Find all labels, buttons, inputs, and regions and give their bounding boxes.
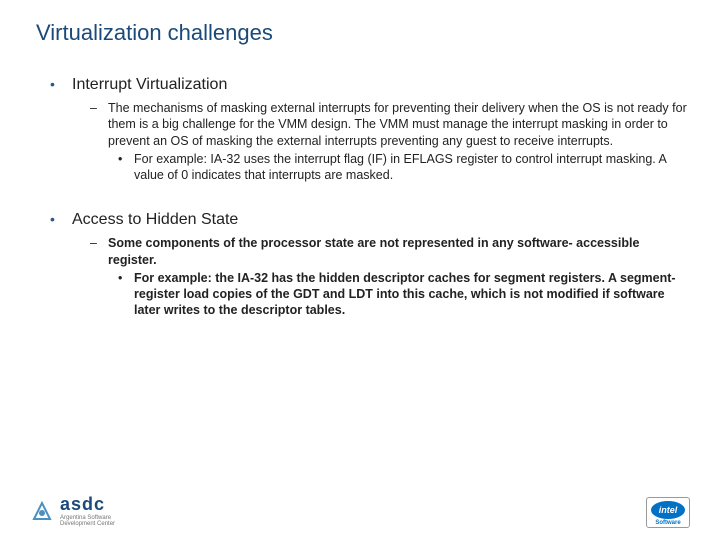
subsub-row: • For example: IA-32 uses the interrupt …: [118, 151, 690, 184]
subsub-list: • For example: IA-32 uses the interrupt …: [90, 151, 690, 184]
intel-sub: Software: [655, 520, 680, 526]
bullet-row: • Access to Hidden State: [50, 211, 690, 229]
bullet-heading: Access to Hidden State: [72, 211, 238, 229]
sub-list: – The mechanisms of masking external int…: [50, 100, 690, 183]
intel-brand: intel: [659, 505, 678, 515]
sub-text: Some components of the processor state a…: [108, 235, 690, 268]
asdc-name: asdc: [60, 494, 105, 515]
bullet-icon: •: [50, 211, 72, 227]
asdc-logo: asdc Argentina Software Development Cent…: [30, 494, 115, 528]
subsub-bullet-icon: •: [118, 270, 134, 286]
footer: asdc Argentina Software Development Cent…: [30, 494, 690, 528]
subsub-row: • For example: the IA-32 has the hidden …: [118, 270, 690, 319]
dash-icon: –: [90, 100, 108, 116]
asdc-line1: Argentina Software: [60, 515, 111, 522]
intel-badge: intel Software: [646, 497, 690, 528]
content-area: • Interrupt Virtualization – The mechani…: [30, 76, 690, 319]
subsub-text: For example: IA-32 uses the interrupt fl…: [134, 151, 690, 184]
dash-icon: –: [90, 235, 108, 251]
bullet-item: • Interrupt Virtualization – The mechani…: [50, 76, 690, 183]
asdc-glyph-icon: [30, 499, 54, 523]
subsub-bullet-icon: •: [118, 151, 134, 167]
bullet-item: • Access to Hidden State – Some componen…: [50, 211, 690, 318]
slide: Virtualization challenges • Interrupt Vi…: [0, 0, 720, 540]
slide-title: Virtualization challenges: [30, 20, 690, 46]
intel-logo-icon: intel: [651, 501, 685, 519]
bullet-row: • Interrupt Virtualization: [50, 76, 690, 94]
sub-row: – Some components of the processor state…: [90, 235, 690, 268]
bullet-icon: •: [50, 76, 72, 92]
subsub-text: For example: the IA-32 has the hidden de…: [134, 270, 690, 319]
bullet-heading: Interrupt Virtualization: [72, 76, 227, 94]
sub-list: – Some components of the processor state…: [50, 235, 690, 318]
sub-text: The mechanisms of masking external inter…: [108, 100, 690, 149]
subsub-list: • For example: the IA-32 has the hidden …: [90, 270, 690, 319]
sub-row: – The mechanisms of masking external int…: [90, 100, 690, 149]
asdc-line2: Development Center: [60, 521, 115, 528]
asdc-mark: asdc Argentina Software Development Cent…: [60, 494, 115, 528]
